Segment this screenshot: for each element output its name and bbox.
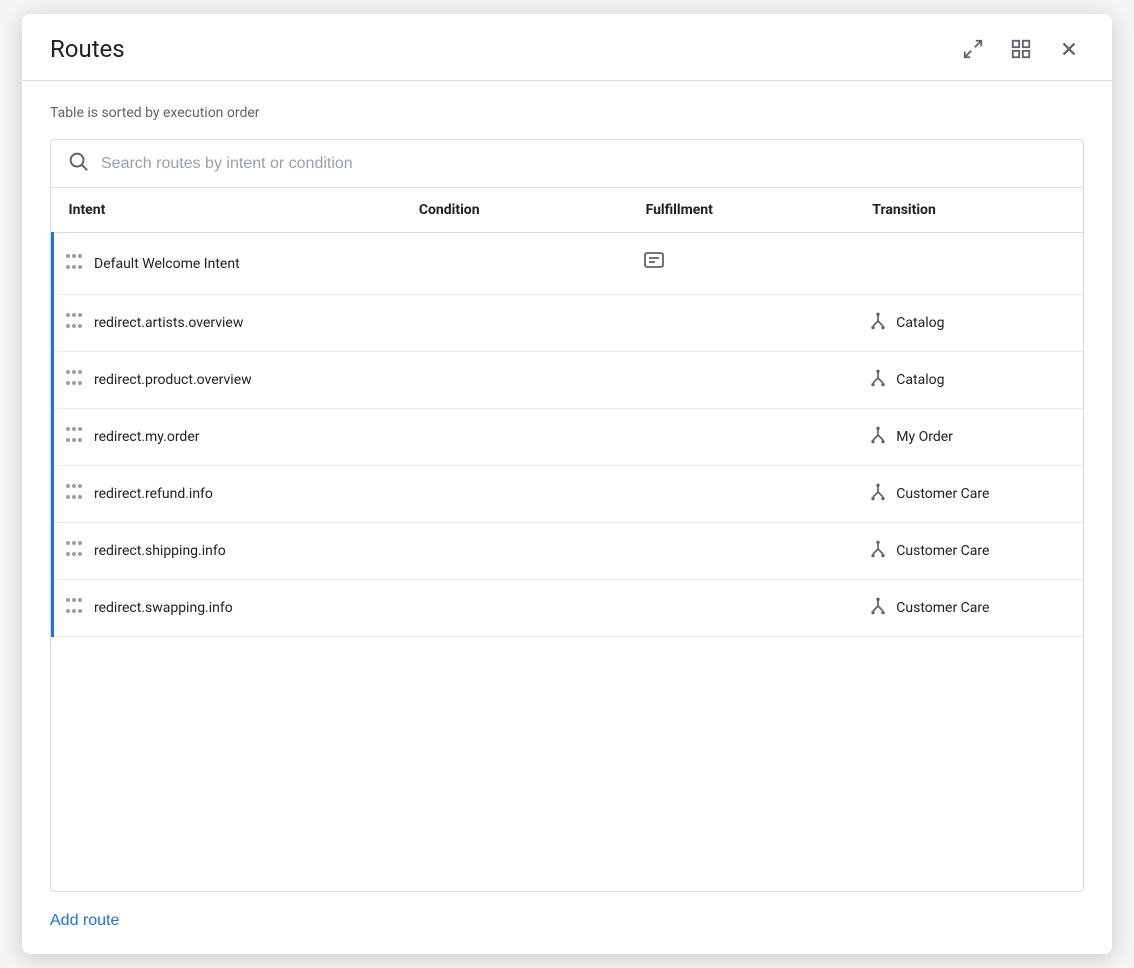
dialog-header: Routes — [22, 14, 1112, 81]
cell-intent: redirect.artists.overview — [53, 295, 403, 352]
cell-transition: My Order — [856, 409, 1083, 466]
branch-icon — [868, 425, 888, 449]
cell-intent: redirect.product.overview — [53, 352, 403, 409]
table-row[interactable]: redirect.artists.overview — [53, 295, 1084, 352]
branch-icon — [868, 311, 888, 335]
cell-fulfillment — [630, 580, 857, 637]
routes-dialog: Routes — [22, 14, 1112, 954]
table-header-row: Intent Condition Fulfillment Transition — [53, 188, 1084, 233]
intent-label: redirect.artists.overview — [94, 315, 243, 331]
branch-icon — [868, 482, 888, 506]
drag-handle[interactable] — [66, 313, 82, 333]
cell-intent: redirect.shipping.info — [53, 523, 403, 580]
header-icons — [958, 34, 1084, 64]
search-bar — [50, 139, 1084, 188]
col-header-condition: Condition — [403, 188, 630, 233]
intent-label: redirect.product.overview — [94, 372, 252, 388]
cell-transition: Customer Care — [856, 523, 1083, 580]
branch-icon — [868, 596, 888, 620]
table-row[interactable]: redirect.my.order — [53, 409, 1084, 466]
intent-label: redirect.my.order — [94, 429, 200, 445]
routes-table: Intent Condition Fulfillment Transition — [51, 188, 1083, 637]
add-route-button[interactable]: Add route — [50, 900, 1084, 938]
intent-label: redirect.swapping.info — [94, 600, 233, 616]
cell-condition — [403, 580, 630, 637]
drag-handle[interactable] — [66, 427, 82, 447]
drag-handle[interactable] — [66, 254, 82, 274]
transition-label: Catalog — [896, 315, 944, 331]
cell-condition — [403, 523, 630, 580]
dialog-body: Table is sorted by execution order Inten… — [22, 81, 1112, 954]
cell-condition — [403, 352, 630, 409]
cell-condition — [403, 409, 630, 466]
search-icon — [67, 150, 89, 177]
intent-label: redirect.refund.info — [94, 486, 213, 502]
table-row[interactable]: redirect.swapping.info — [53, 580, 1084, 637]
cell-transition — [856, 233, 1083, 295]
drag-handle[interactable] — [66, 484, 82, 504]
search-input[interactable] — [101, 155, 1067, 173]
table-row[interactable]: redirect.shipping.info — [53, 523, 1084, 580]
cell-fulfillment — [630, 233, 857, 295]
cell-intent: Default Welcome Intent — [53, 233, 403, 295]
transition-label: My Order — [896, 429, 953, 445]
cell-fulfillment — [630, 352, 857, 409]
transition-label: Customer Care — [896, 486, 989, 502]
cell-intent: redirect.swapping.info — [53, 580, 403, 637]
table-row[interactable]: redirect.refund.info — [53, 466, 1084, 523]
col-header-fulfillment: Fulfillment — [630, 188, 857, 233]
transition-label: Customer Care — [896, 543, 989, 559]
branch-icon — [868, 368, 888, 392]
drag-handle[interactable] — [66, 598, 82, 618]
branch-icon — [868, 539, 888, 563]
sort-label: Table is sorted by execution order — [50, 105, 1084, 121]
intent-label: redirect.shipping.info — [94, 543, 226, 559]
intent-label: Default Welcome Intent — [94, 256, 240, 272]
cell-condition — [403, 233, 630, 295]
cell-intent: redirect.my.order — [53, 409, 403, 466]
cell-transition: Catalog — [856, 295, 1083, 352]
col-header-transition: Transition — [856, 188, 1083, 233]
cell-fulfillment — [630, 466, 857, 523]
drag-handle[interactable] — [66, 541, 82, 561]
grid-icon-button[interactable] — [1006, 34, 1036, 64]
table-row[interactable]: redirect.product.overview — [53, 352, 1084, 409]
cell-fulfillment — [630, 409, 857, 466]
cell-intent: redirect.refund.info — [53, 466, 403, 523]
transition-label: Catalog — [896, 372, 944, 388]
cell-condition — [403, 466, 630, 523]
close-icon-button[interactable] — [1054, 34, 1084, 64]
cell-transition: Catalog — [856, 352, 1083, 409]
cell-transition: Customer Care — [856, 466, 1083, 523]
cell-fulfillment — [630, 295, 857, 352]
transition-label: Customer Care — [896, 600, 989, 616]
drag-handle[interactable] — [66, 370, 82, 390]
cell-condition — [403, 295, 630, 352]
routes-table-container: Intent Condition Fulfillment Transition — [50, 188, 1084, 892]
col-header-intent: Intent — [53, 188, 403, 233]
cell-fulfillment — [630, 523, 857, 580]
cell-transition: Customer Care — [856, 580, 1083, 637]
dialog-title: Routes — [50, 35, 125, 63]
expand-icon-button[interactable] — [958, 34, 988, 64]
table-row[interactable]: Default Welcome Intent — [53, 233, 1084, 295]
message-icon — [642, 254, 666, 278]
